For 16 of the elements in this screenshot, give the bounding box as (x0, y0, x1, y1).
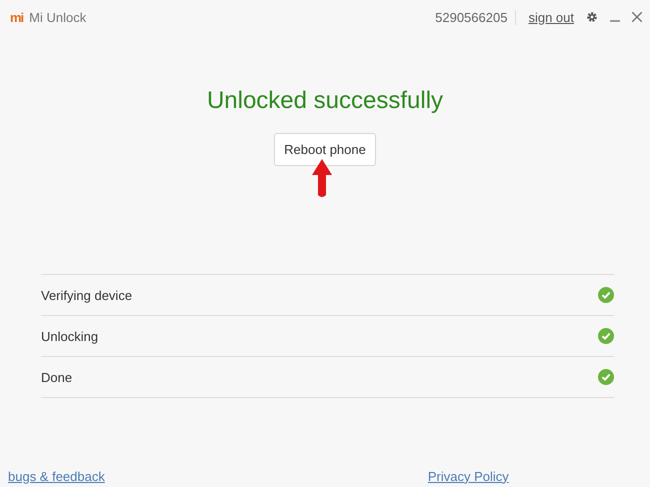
check-icon (598, 328, 614, 344)
settings-icon[interactable] (586, 11, 598, 23)
sign-out-link[interactable]: sign out (528, 10, 574, 24)
account-id: 5290566205 (435, 10, 516, 24)
status-title: Unlocked successfully (206, 87, 444, 115)
step-label: Done (41, 370, 72, 384)
check-icon (598, 369, 614, 385)
privacy-link[interactable]: Privacy Policy (428, 468, 509, 484)
close-icon[interactable] (632, 12, 642, 22)
feedback-link[interactable]: bugs & feedback (8, 468, 105, 484)
step-label: Verifying device (41, 288, 132, 302)
reboot-button[interactable]: Reboot phone (274, 133, 376, 166)
window-title: Mi Unlock (29, 10, 86, 24)
step-label: Unlocking (41, 328, 98, 344)
check-icon (598, 287, 614, 303)
logo-text: mi (10, 10, 24, 24)
